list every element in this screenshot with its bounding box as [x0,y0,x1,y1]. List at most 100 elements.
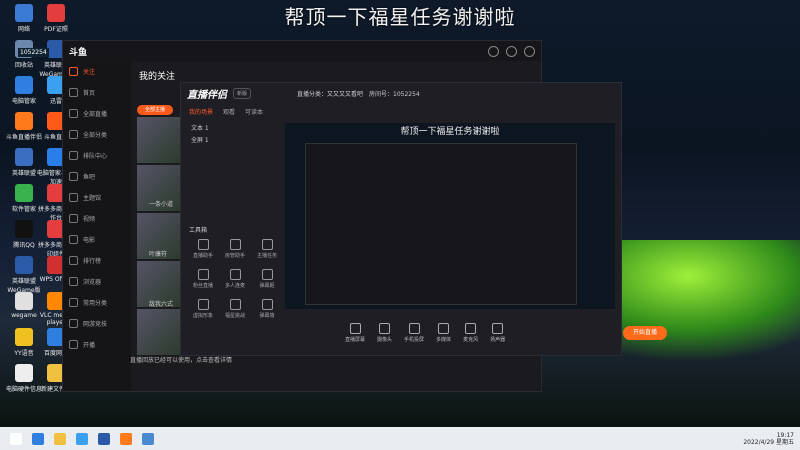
scene-tab[interactable]: 我的场景 [189,107,213,116]
tool-icon [229,269,241,280]
nav-icon [69,88,78,97]
sidebar-item-label: 网游竞技 [83,321,108,328]
scene-item[interactable]: 文本 1 [191,123,209,132]
taskbar-app-icon[interactable] [142,432,154,445]
nav-icon [69,130,78,139]
nav-icon [69,235,78,244]
source-button[interactable]: 摄像头 [377,323,392,343]
stream-thumbnail[interactable] [137,117,181,163]
status-message: 直播回放已经可以使用，点击查看详情 [130,357,233,364]
source-icon [438,323,450,334]
maximize-icon[interactable] [506,45,517,57]
sidebar-item-label: 浏览器 [83,279,102,286]
streamer-name: 一条小道 [149,201,174,208]
tool-item[interactable]: 房管助手 [219,239,251,259]
stream-thumbnail[interactable] [137,309,181,355]
start-stream-button[interactable]: 开始直播 [623,326,667,340]
taskbar-app-icon[interactable] [10,432,22,445]
tool-item[interactable]: 主播任务 [251,239,283,259]
tool-icon [261,269,273,280]
tool-item[interactable]: 虚拟形象 [187,299,219,319]
clock-date: 2022/4/29 星期五 [743,438,794,446]
source-label: 麦克风 [463,337,479,343]
source-button[interactable]: 多媒体 [436,323,451,343]
tool-item[interactable]: 弹幕墙 [251,299,283,319]
tool-item[interactable]: 粉丝直播 [187,269,219,289]
sidebar-item[interactable]: 首页 [63,82,131,103]
sidebar-item-label: 开播 [83,342,96,349]
app-logo: 斗鱼 [69,47,88,58]
tool-item[interactable]: 福星挑战 [219,299,251,319]
desktop-icon-label: PDF证照 [44,26,68,33]
tool-label: 房管助手 [224,253,245,259]
clock: 19:17 2022/4/29 星期五 [743,432,794,446]
taskbar-app-icon[interactable] [54,432,66,445]
sidebar-item-label: 常用分类 [83,300,108,307]
sidebar-item-label: 全部分类 [83,132,108,139]
app-icon [15,256,33,274]
app-titlebar: 斗鱼 [63,41,541,61]
taskbar-app-icon[interactable] [32,432,44,445]
app-icon [15,112,33,130]
sidebar-item[interactable]: 排队中心 [63,145,131,166]
source-label: 直播屏幕 [345,337,366,343]
sidebar-item[interactable]: 常用分类 [63,292,131,313]
scene-tab[interactable]: 可读本 [245,107,263,116]
sidebar-item-label: 排队中心 [83,153,108,160]
source-button[interactable]: 麦克风 [463,323,478,343]
tool-icon [229,239,241,250]
close-icon[interactable] [524,45,535,57]
nav-icon [69,319,78,328]
scene-tab[interactable]: 观看 [223,107,235,116]
sidebar-item-label: 主题馆 [83,195,102,202]
nav-icon [69,277,78,286]
tool-label: 福星挑战 [224,313,245,319]
sidebar-item-label: 排行榜 [83,258,102,265]
source-button[interactable]: 直播屏幕 [345,323,365,343]
sidebar-item[interactable]: 浏览器 [63,271,131,292]
source-icon [379,323,391,334]
all-streamers-button[interactable]: 全部主播 [137,105,173,115]
tool-label: 虚拟形象 [192,313,213,319]
minimize-icon[interactable] [488,45,499,57]
source-button[interactable]: 手机投屏 [404,323,424,343]
sidebar-item[interactable]: 电影 [63,229,131,250]
sidebar-item[interactable]: 全部直播 [63,103,131,124]
desktop-icon[interactable]: PDF证照 [36,4,76,33]
source-icon [492,323,504,334]
tool-item[interactable]: 弹幕姬 [251,269,283,289]
sidebar-item-label: 关注 [83,69,96,76]
clock-time: 19:17 [776,431,794,439]
sidebar-item-label: 首页 [83,90,96,97]
source-label: 摄像头 [377,337,393,343]
nested-preview [305,143,577,305]
streamer-name: 叶康符 [149,251,168,258]
sidebar-item[interactable]: 鱼吧 [63,166,131,187]
taskbar-app-icon[interactable] [76,432,88,445]
room-id: 房间号：1052254 [369,90,420,98]
sidebar-item[interactable]: 主题馆 [63,187,131,208]
sidebar-item-label: 视频 [83,216,96,223]
desktop: 帮顶一下福星任务谢谢啦 网络 PDF证照 回收站 英雄联盟WeGame版 电脑管家 迅雷斗… [0,0,800,427]
preview-title: 帮顶一下福星任务谢谢啦 [400,127,500,137]
stream-preview: 帮顶一下福星任务谢谢啦 [285,123,615,309]
sidebar-item[interactable]: 开播 [63,334,131,355]
source-button[interactable]: 扬声器 [490,323,505,343]
nav-icon [69,193,78,202]
taskbar-app-icon[interactable] [98,432,110,445]
source-icon [408,323,420,334]
sidebar-item[interactable]: 全部分类 [63,124,131,145]
sidebar-item[interactable]: 排行榜 [63,250,131,271]
tool-item[interactable]: 多人连麦 [219,269,251,289]
sidebar-item[interactable]: 视频 [63,208,131,229]
scene-item[interactable]: 全屏 1 [191,135,209,144]
scene-tabs: 我的场景 观看 可读本 [189,107,263,116]
taskbar: 19:17 2022/4/29 星期五 [0,427,800,450]
tool-icon [229,299,241,310]
app-icon [15,328,33,346]
source-label: 多媒体 [436,337,452,343]
sidebar-item[interactable]: 关注 [63,61,131,82]
sidebar-item[interactable]: 网游竞技 [63,313,131,334]
tool-item[interactable]: 直播助手 [187,239,219,259]
taskbar-app-icon[interactable] [120,432,132,445]
